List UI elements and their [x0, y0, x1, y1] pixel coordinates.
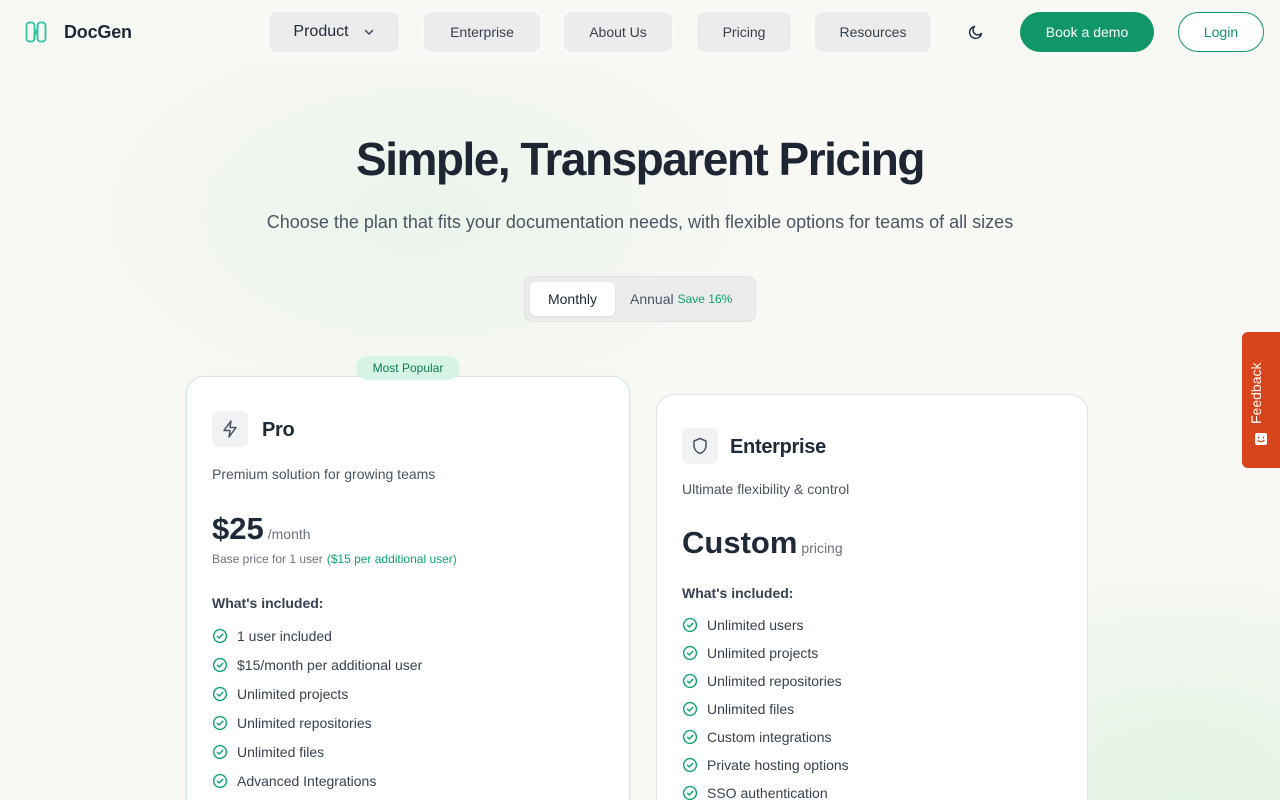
check-circle-icon [212, 686, 228, 701]
feature-label: $15/month per additional user [237, 656, 423, 673]
plan-description-pro: Premium solution for growing teams [212, 466, 436, 482]
plan-price-enterprise: Custom pricing [682, 525, 843, 561]
feature-item: Unlimited files [682, 695, 849, 723]
nav-product-dropdown[interactable]: Product [269, 12, 399, 52]
feature-label: Unlimited projects [237, 685, 349, 702]
price-note-base: Base price for 1 user [212, 552, 323, 566]
page-title: Simple, Transparent Pricing [356, 133, 925, 185]
book-demo-button[interactable]: Book a demo [1020, 12, 1154, 52]
brand-name: DocGen [64, 21, 132, 42]
price-period-enterprise: pricing [801, 540, 843, 556]
check-circle-icon [212, 715, 228, 730]
feature-item: Unlimited users [682, 611, 849, 639]
page-subtitle: Choose the plan that fits your documenta… [266, 212, 1014, 232]
feature-label: Private hosting options [707, 757, 849, 773]
feature-label: Unlimited repositories [237, 714, 372, 731]
plan-name-enterprise: Enterprise [730, 436, 826, 458]
chevron-down-icon [364, 29, 373, 35]
nav-enterprise[interactable]: Enterprise [424, 12, 540, 52]
check-circle-icon [212, 628, 228, 643]
feature-label: SSO authentication [707, 785, 828, 800]
plan-name-pro: Pro [262, 419, 295, 441]
check-circle-icon [682, 617, 698, 633]
feature-item: SSO authentication [682, 779, 849, 800]
feature-label: Unlimited projects [707, 645, 819, 661]
feature-item: $15/month per additional user [212, 650, 422, 679]
moon-icon [968, 25, 983, 40]
feature-list-enterprise: Unlimited users Unlimited projects Unlimit… [682, 611, 849, 800]
price-period-pro: /month [267, 526, 311, 542]
docgen-logo-icon [25, 21, 47, 43]
check-circle-icon [212, 657, 228, 672]
feature-item: Private hosting options [682, 751, 849, 779]
included-label-pro: What's included: [212, 595, 324, 611]
feature-label: Advanced Integrations [237, 772, 377, 789]
nav-product-label: Product [293, 23, 349, 40]
feature-label: Unlimited files [707, 701, 795, 717]
check-circle-icon [682, 729, 698, 745]
brand[interactable]: DocGen [24, 16, 132, 48]
plan-price-pro: $25/month [212, 511, 311, 547]
price-note-pro: Base price for 1 user ($15 per additional… [212, 552, 457, 566]
plan-description-enterprise: Ultimate flexibility & control [682, 481, 850, 497]
billing-annual-option[interactable]: Annual Save 16% [630, 282, 732, 316]
feature-label: Unlimited files [237, 743, 325, 760]
feature-item: Unlimited repositories [682, 667, 849, 695]
nav-resources[interactable]: Resources [815, 12, 931, 52]
feature-label: Unlimited repositories [707, 673, 842, 689]
feature-item: Unlimited repositories [212, 708, 422, 737]
feature-label: Custom integrations [707, 729, 832, 745]
billing-period-toggle: Monthly Annual Save 16% [524, 276, 756, 322]
annual-save-badge: Save 16% [677, 292, 733, 306]
billing-annual-label: Annual [630, 291, 674, 307]
check-circle-icon [212, 744, 228, 759]
feature-list-pro: 1 user included $15/month per additional … [212, 621, 422, 795]
feedback-label: Feedback [1248, 362, 1264, 424]
feature-item: Advanced Integrations [212, 766, 422, 795]
price-amount-enterprise: Custom [682, 525, 798, 560]
plan-card-enterprise: Enterprise Ultimate flexibility & contro… [656, 394, 1088, 800]
top-nav: DocGen Product Enterprise About Us Prici… [0, 0, 1280, 64]
included-label-enterprise: What's included: [682, 585, 794, 601]
check-circle-icon [682, 673, 698, 689]
feature-item: Unlimited files [212, 737, 422, 766]
theme-toggle-button[interactable] [962, 18, 990, 46]
billing-monthly-option[interactable]: Monthly [530, 282, 615, 316]
most-popular-badge: Most Popular [356, 356, 460, 380]
feature-item: 1 user included [212, 621, 422, 650]
plan-icon-pro [212, 411, 248, 447]
check-circle-icon [682, 645, 698, 661]
plan-icon-enterprise [682, 428, 718, 464]
nav-about-us[interactable]: About Us [564, 12, 672, 52]
check-circle-icon [682, 701, 698, 717]
check-circle-icon [212, 773, 228, 788]
feature-item: Unlimited projects [212, 679, 422, 708]
check-circle-icon [682, 757, 698, 773]
plan-card-pro: Pro Premium solution for growing teams $… [186, 376, 630, 800]
price-note-additional: ($15 per additional user) [326, 552, 457, 566]
shield-icon [693, 437, 707, 455]
feature-item: Unlimited projects [682, 639, 849, 667]
feedback-smile-icon [1255, 433, 1267, 445]
check-circle-icon [682, 785, 698, 800]
feature-label: 1 user included [237, 627, 332, 644]
login-button[interactable]: Login [1178, 12, 1264, 52]
feature-label: Unlimited users [707, 617, 804, 633]
price-amount-pro: $25 [212, 511, 264, 546]
nav-pricing[interactable]: Pricing [697, 12, 791, 52]
lightning-icon [223, 420, 237, 438]
feature-item: Custom integrations [682, 723, 849, 751]
feedback-tab[interactable]: Feedback [1242, 332, 1280, 468]
